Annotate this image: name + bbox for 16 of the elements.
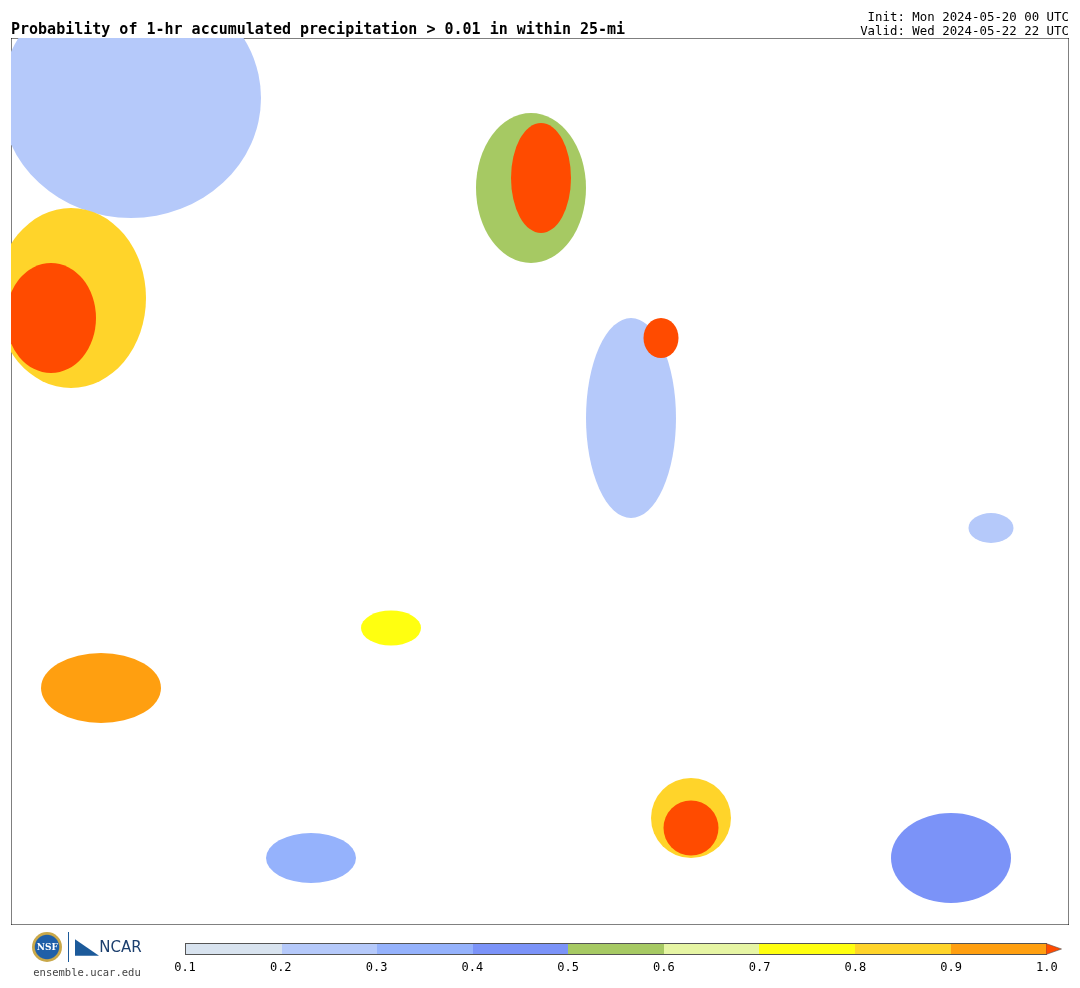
tick-label: 0.6 — [652, 960, 676, 974]
tick-label: 0.5 — [556, 960, 580, 974]
tick-label: 0.7 — [747, 960, 772, 974]
chart-title: Probability of 1-hr accumulated precipitation > 0.01 in within 25-mi — [11, 20, 626, 38]
tick-label: 0.4 — [460, 960, 485, 974]
init-time: Init: Mon 2024-05-20 00 UTC — [867, 10, 1069, 24]
tick-label: 1.0 — [1035, 960, 1059, 974]
tick-label: 0.3 — [364, 960, 389, 974]
tick-label: 0.8 — [843, 960, 868, 974]
valid-time: Valid: Wed 2024-05-22 22 UTC — [860, 24, 1069, 38]
tick-label: 0.2 — [268, 960, 293, 974]
tick-label: 0.9 — [939, 960, 963, 974]
site-address: ensemble.ucar.edu — [33, 966, 141, 978]
ncar-logo: NCAR — [99, 938, 142, 956]
tick-label: 0.1 — [173, 960, 197, 974]
nsf-logo: NSF — [32, 932, 63, 962]
